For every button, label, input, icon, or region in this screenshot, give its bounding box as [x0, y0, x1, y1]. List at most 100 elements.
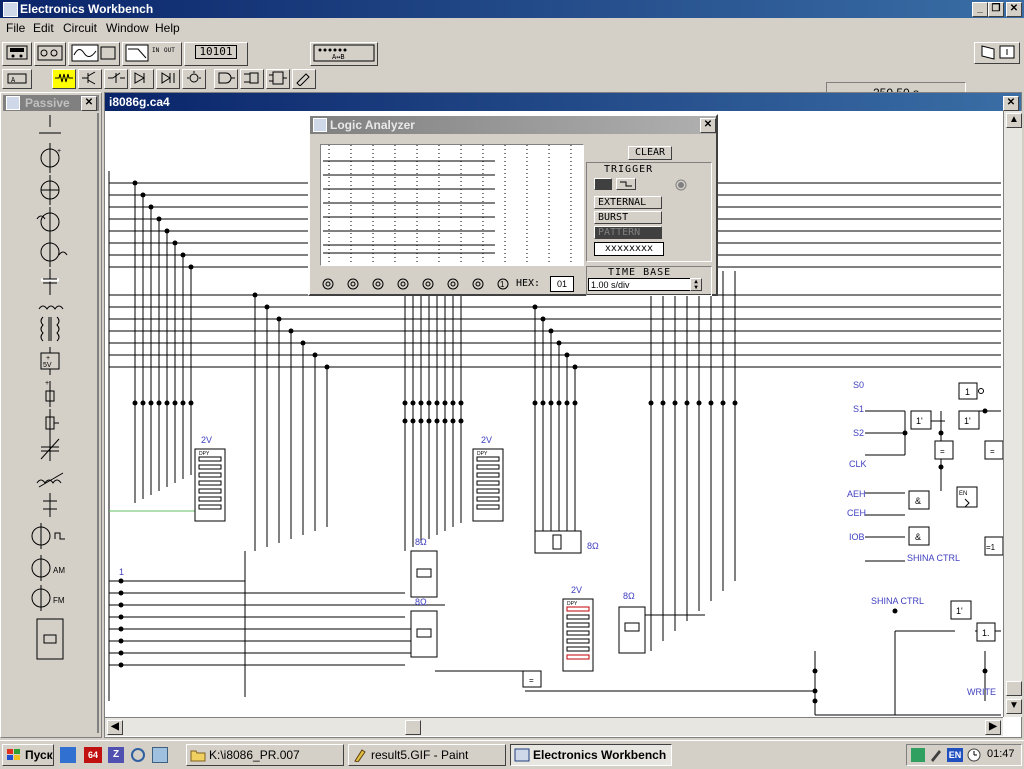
- horizontal-scrollbar[interactable]: ◀ ▶: [105, 717, 1003, 736]
- task-electronics-workbench[interactable]: Electronics Workbench: [510, 744, 672, 766]
- resistor-pack-4[interactable]: [618, 606, 646, 654]
- ac-voltage-source-icon[interactable]: [36, 207, 60, 237]
- menu-file[interactable]: File: [6, 21, 25, 35]
- desktop-quicklaunch-icon[interactable]: [152, 747, 168, 763]
- pause-switch-button[interactable]: [974, 42, 1020, 64]
- network-tray-icon[interactable]: [911, 748, 925, 762]
- capacitor-icon[interactable]: [41, 269, 59, 295]
- eq-gate-1[interactable]: =: [934, 440, 954, 460]
- resistor-pack-3[interactable]: [534, 530, 582, 554]
- xor-gate[interactable]: =1: [984, 536, 1004, 556]
- dpy-display-1[interactable]: DPY: [194, 448, 226, 522]
- parts-bin-close-button[interactable]: ✕: [81, 96, 97, 111]
- clock-source-icon[interactable]: [31, 523, 65, 549]
- not-gate-1[interactable]: 1': [910, 410, 932, 430]
- pattern-field[interactable]: xxxxxxxx: [594, 242, 664, 256]
- am-source-icon[interactable]: AM: [31, 555, 65, 581]
- dpy-display-3[interactable]: DPY: [562, 598, 594, 672]
- logic-analyzer-close-button[interactable]: ✕: [700, 118, 716, 133]
- trigger-burst-button[interactable]: BURST: [594, 211, 662, 224]
- function-generator-button[interactable]: [34, 42, 66, 66]
- tools-quicklaunch-icon[interactable]: [130, 747, 146, 763]
- subcircuit-icon[interactable]: [36, 618, 64, 660]
- horizontal-scroll-thumb[interactable]: [405, 720, 421, 735]
- or-gate[interactable]: 1.: [976, 622, 996, 642]
- logic-converter-button[interactable]: A↔B: [310, 42, 378, 66]
- gates-bin-button[interactable]: [214, 69, 238, 89]
- circuit-close-button[interactable]: ✕: [1003, 96, 1019, 111]
- gate-eq-1-label: =: [940, 447, 945, 456]
- voltage-source-icon[interactable]: +: [40, 143, 61, 173]
- ground-icon[interactable]: [39, 115, 61, 134]
- eq-gate-2[interactable]: =: [984, 440, 1004, 460]
- pen-tray-icon[interactable]: [929, 748, 943, 762]
- active-bin-button[interactable]: [78, 69, 102, 89]
- variable-inductor-icon[interactable]: [36, 472, 64, 488]
- controls-bin-button[interactable]: [104, 69, 128, 89]
- clear-button[interactable]: CLEAR: [628, 146, 672, 160]
- probe-inputs: 1: [322, 278, 509, 290]
- restore-button[interactable]: ❐: [988, 2, 1004, 17]
- vertical-scrollbar[interactable]: ▲ ▼: [1003, 111, 1022, 717]
- enable-gate[interactable]: EN: [956, 486, 978, 508]
- menu-help[interactable]: Help: [155, 21, 180, 35]
- trigger-falling-button[interactable]: [616, 178, 636, 190]
- scroll-left-button[interactable]: ◀: [107, 720, 123, 735]
- variable-capacitor-icon[interactable]: [40, 437, 60, 461]
- hybrid-bin-button[interactable]: [130, 69, 154, 89]
- and-gate-2[interactable]: &: [908, 526, 930, 546]
- z-quicklaunch-icon[interactable]: Z: [108, 747, 124, 763]
- minimize-button[interactable]: _: [972, 2, 988, 17]
- lamp-bin-button[interactable]: [182, 69, 206, 89]
- custom-bin-button[interactable]: A: [2, 69, 32, 89]
- passive-bin-button[interactable]: [52, 69, 76, 89]
- system-tray: EN 01:47: [906, 744, 1022, 766]
- task-paint[interactable]: result5.GIF - Paint: [348, 744, 506, 766]
- resistor-pack-2[interactable]: [410, 610, 438, 658]
- potentiometer-icon[interactable]: [45, 409, 59, 437]
- oscilloscope-button[interactable]: [68, 42, 120, 66]
- trigger-rising-button[interactable]: [594, 178, 612, 190]
- task-folder[interactable]: K:\i8086_PR.007: [186, 744, 344, 766]
- vcc-icon[interactable]: +: [45, 380, 55, 407]
- and-gate-1[interactable]: &: [908, 490, 930, 510]
- app-64-quicklaunch-icon[interactable]: 64: [84, 747, 102, 763]
- word-generator-button[interactable]: 10101: [184, 42, 248, 66]
- vertical-scroll-thumb[interactable]: [1006, 681, 1022, 696]
- inductor-icon[interactable]: [38, 305, 64, 310]
- multimeter-button[interactable]: [2, 42, 32, 66]
- menu-window[interactable]: Window: [106, 21, 149, 35]
- scroll-down-button[interactable]: ▼: [1006, 699, 1022, 714]
- crystal-icon[interactable]: [43, 493, 57, 517]
- digital-ic-bin-button[interactable]: [266, 69, 290, 89]
- close-button[interactable]: ✕: [1006, 2, 1022, 17]
- not-gate-3[interactable]: 1': [950, 600, 972, 620]
- menu-edit[interactable]: Edit: [33, 21, 54, 35]
- scroll-right-button[interactable]: ▶: [985, 720, 1001, 735]
- resistor-pack-1[interactable]: [410, 550, 438, 598]
- language-indicator[interactable]: EN: [947, 748, 963, 762]
- flipflop-bin-button[interactable]: [240, 69, 264, 89]
- transformer-icon[interactable]: [40, 316, 60, 342]
- current-source-icon[interactable]: [40, 175, 60, 205]
- scroll-up-button[interactable]: ▲: [1006, 113, 1022, 128]
- dpy-display-2[interactable]: DPY: [472, 448, 504, 522]
- logic-analyzer-window: Logic Analyzer ✕ 1 HEX: 01 CLEAR TRIGGER…: [308, 114, 718, 296]
- menu-circuit[interactable]: Circuit: [63, 21, 97, 35]
- buffer-gate-1[interactable]: 1: [958, 382, 984, 400]
- clock-tray-icon[interactable]: [967, 748, 981, 762]
- trigger-external-button[interactable]: EXTERNAL: [594, 196, 662, 209]
- comparator-gate[interactable]: =: [522, 670, 542, 688]
- ie-quicklaunch-icon[interactable]: [60, 747, 76, 763]
- time-base-spinner[interactable]: ▲ ▼: [690, 278, 702, 291]
- fm-source-icon[interactable]: FM: [31, 585, 65, 611]
- not-gate-2[interactable]: 1': [958, 410, 980, 430]
- indicators-bin-button[interactable]: [156, 69, 180, 89]
- misc-bin-button[interactable]: [292, 69, 316, 89]
- battery-icon[interactable]: +5V: [40, 347, 60, 375]
- time-base-field[interactable]: 1.00 s/div: [588, 278, 700, 291]
- ac-current-source-icon[interactable]: [40, 237, 68, 267]
- start-button[interactable]: Пуск: [2, 744, 54, 766]
- bode-plotter-button[interactable]: IN OUT: [122, 42, 182, 66]
- trigger-pattern-button[interactable]: PATTERN: [594, 226, 662, 239]
